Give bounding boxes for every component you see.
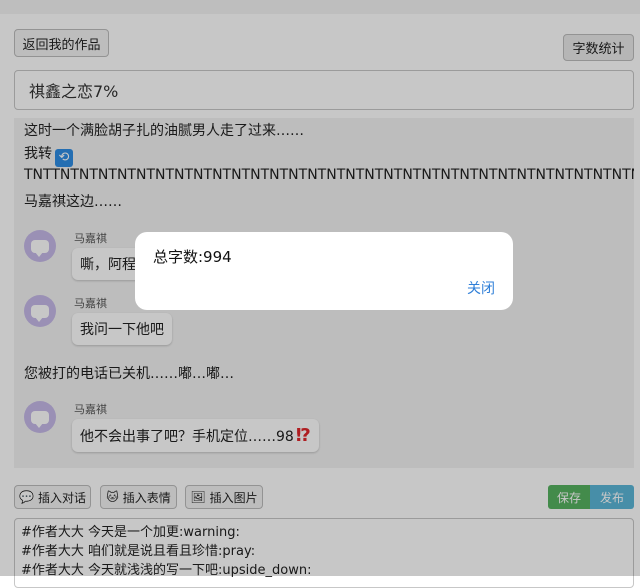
word-count-dialog: 总字数:994 关闭	[135, 232, 513, 310]
dialog-message: 总字数:994	[153, 248, 232, 266]
close-button[interactable]: 关闭	[467, 278, 495, 298]
